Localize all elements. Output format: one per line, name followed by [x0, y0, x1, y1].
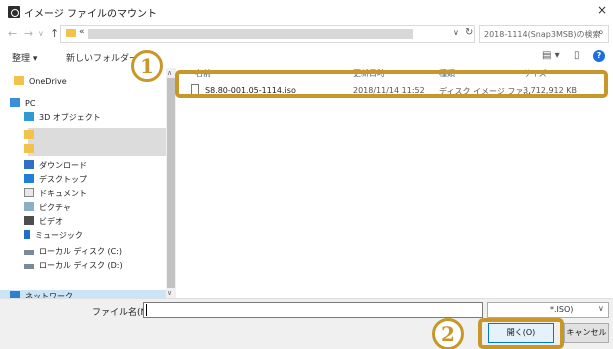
nav-item-3d-objects[interactable]: 3D オブジェクト	[24, 112, 101, 123]
refresh-icon[interactable]: ↻	[465, 27, 473, 38]
pictures-icon	[24, 202, 34, 211]
address-bar-row: ← → ∨ ↑ « ∨ ↻ 2018-1114(Snap3MSB)の検索 ⌕	[0, 24, 613, 44]
open-button[interactable]: 開く(O)	[488, 323, 554, 343]
filename-input[interactable]	[143, 302, 483, 318]
breadcrumb-overflow[interactable]: «	[79, 27, 85, 37]
recent-chevron-icon[interactable]: ∨	[38, 29, 44, 38]
preview-pane-icon[interactable]: ▯	[574, 50, 580, 61]
desktop-icon	[24, 174, 34, 183]
navigation-pane: OneDrive PC 3D オブジェクト ダウンロード デスクトップ ドキュメ…	[0, 68, 176, 302]
redacted-path	[88, 29, 413, 39]
scroll-down-icon[interactable]: ∨	[167, 289, 172, 297]
drive-icon	[24, 250, 34, 255]
nav-item-onedrive[interactable]: OneDrive	[14, 76, 67, 86]
close-button[interactable]: ×	[597, 3, 607, 17]
new-folder-button[interactable]: 新しいフォルダー	[66, 51, 138, 64]
drive-icon	[24, 264, 34, 269]
chevron-down-icon[interactable]: ∨	[598, 304, 604, 313]
folder-icon	[66, 29, 76, 37]
window-title: イメージ ファイルのマウント	[24, 9, 157, 20]
title-bar: イメージ ファイルのマウント ×	[0, 0, 613, 24]
document-icon	[24, 188, 34, 197]
forward-arrow-icon[interactable]: →	[24, 27, 33, 40]
command-bar: 整理 ▾ 新しいフォルダー ▤ ▾ ▯ ?	[0, 46, 613, 66]
nav-scrollbar-thumb[interactable]	[167, 78, 175, 288]
folder-icon	[24, 130, 34, 139]
nav-item-desktop[interactable]: デスクトップ	[24, 174, 87, 185]
nav-item-music[interactable]: ミュージック	[24, 230, 83, 241]
view-options-icon[interactable]: ▤ ▾	[542, 50, 560, 61]
3d-objects-icon	[24, 112, 34, 121]
folder-icon	[14, 76, 24, 85]
up-arrow-icon[interactable]: ↑	[50, 27, 59, 40]
search-icon[interactable]: ⌕	[598, 27, 604, 38]
callout-one: 1	[131, 50, 163, 82]
video-icon	[24, 216, 34, 225]
organize-button[interactable]: 整理 ▾	[12, 51, 37, 64]
mount-app-icon	[8, 6, 20, 18]
scroll-up-icon[interactable]: ∧	[167, 69, 172, 77]
nav-item-folder-b[interactable]	[24, 144, 39, 154]
nav-item-videos[interactable]: ビデオ	[24, 216, 63, 227]
nav-item-drive-d[interactable]: ローカル ディスク (D:)	[24, 260, 123, 271]
text-caret	[146, 304, 147, 316]
nav-item-drive-c[interactable]: ローカル ディスク (C:)	[24, 246, 122, 257]
cancel-button[interactable]: キャンセル	[564, 323, 609, 343]
folder-icon	[24, 144, 34, 153]
callout-two: 2	[432, 318, 464, 349]
nav-item-pictures[interactable]: ピクチャ	[24, 202, 71, 213]
nav-item-documents[interactable]: ドキュメント	[24, 188, 87, 199]
nav-item-downloads[interactable]: ダウンロード	[24, 160, 87, 171]
file-type-filter-value: *.ISO)	[550, 305, 574, 314]
redacted-folders	[28, 128, 166, 156]
address-dropdown-icon[interactable]: ∨	[453, 28, 459, 37]
music-icon	[24, 230, 30, 239]
computer-icon	[10, 98, 20, 107]
nav-item-folder-a[interactable]	[24, 130, 39, 140]
file-list: 名前 更新日時 種類 サイズ S8.80-001.05-1114.iso 201…	[177, 68, 613, 298]
help-icon[interactable]: ?	[593, 50, 605, 62]
nav-item-pc[interactable]: PC	[10, 98, 35, 108]
file-type-filter[interactable]	[487, 302, 609, 318]
download-icon	[24, 160, 34, 169]
callout-one-frame	[175, 70, 608, 98]
back-arrow-icon[interactable]: ←	[8, 27, 17, 40]
search-placeholder: 2018-1114(Snap3MSB)の検索	[484, 30, 601, 39]
